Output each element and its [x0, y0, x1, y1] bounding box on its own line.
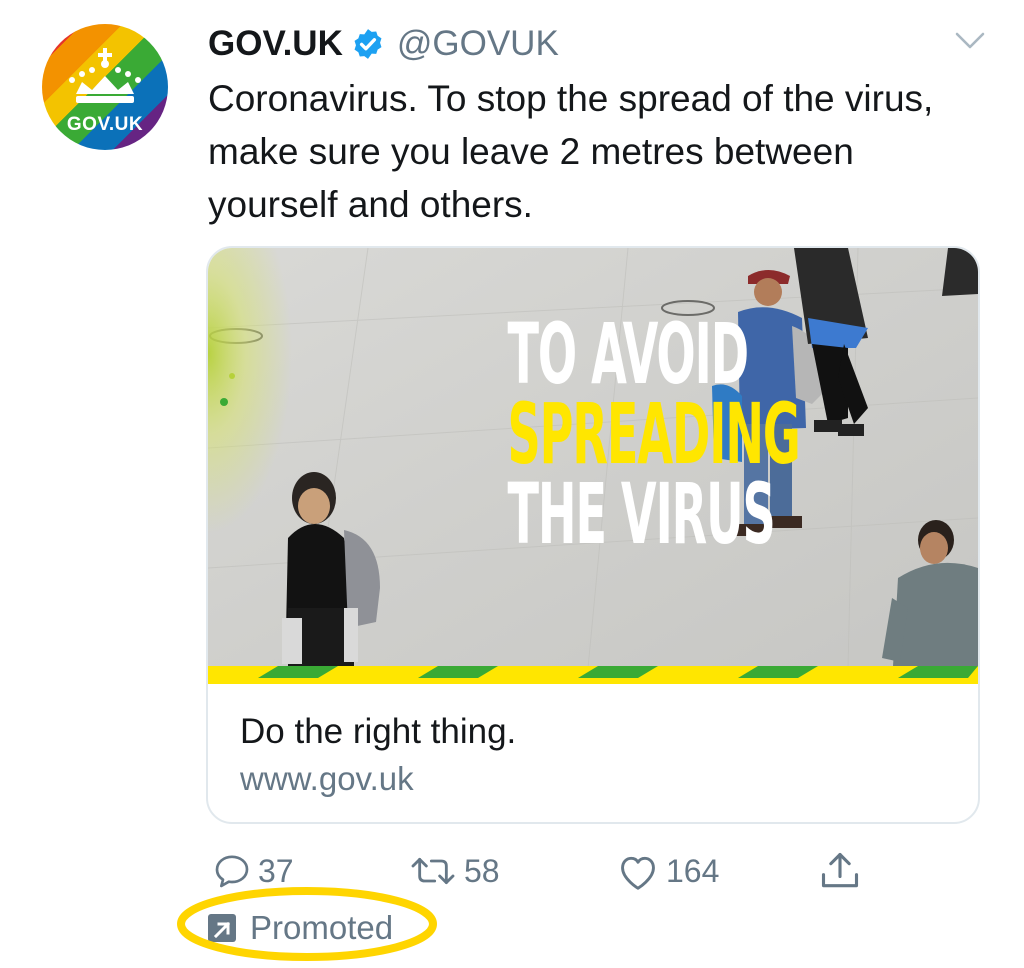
reply-icon	[215, 855, 249, 888]
highlight-annotation	[177, 887, 437, 961]
headline-line-2: SPREADING	[507, 385, 801, 483]
link-card[interactable]: TO AVOID SPREADING THE VIRUS Do the righ…	[206, 246, 980, 824]
like-count: 164	[666, 852, 720, 889]
card-domain[interactable]: www.gov.uk	[240, 760, 414, 798]
retweet-icon	[411, 857, 455, 885]
verified-badge-icon	[354, 29, 382, 59]
headline-line-3: THE VIRUS	[507, 465, 776, 563]
account-handle[interactable]: @GOVUK	[397, 24, 559, 64]
share-icon	[821, 852, 859, 888]
share-button[interactable]	[818, 846, 862, 896]
avatar-label: GOV.UK	[66, 114, 144, 135]
like-icon	[621, 856, 655, 890]
like-button[interactable]: 164	[616, 846, 719, 896]
avatar[interactable]: GOV.UK	[42, 24, 168, 150]
headline-line-1: TO AVOID	[507, 305, 750, 403]
card-title[interactable]: Do the right thing.	[240, 712, 516, 752]
chevron-down-icon[interactable]	[955, 30, 985, 52]
display-name[interactable]: GOV.UK	[208, 24, 343, 64]
retweet-count: 58	[464, 852, 500, 889]
card-image[interactable]: TO AVOID SPREADING THE VIRUS	[208, 248, 978, 684]
reply-count: 37	[258, 852, 294, 889]
card-image-headline: TO AVOID SPREADING THE VIRUS	[507, 305, 801, 563]
tweet-text: Coronavirus. To stop the spread of the v…	[208, 78, 934, 225]
tweet-header: GOV.UK @GOVUK	[208, 22, 559, 66]
